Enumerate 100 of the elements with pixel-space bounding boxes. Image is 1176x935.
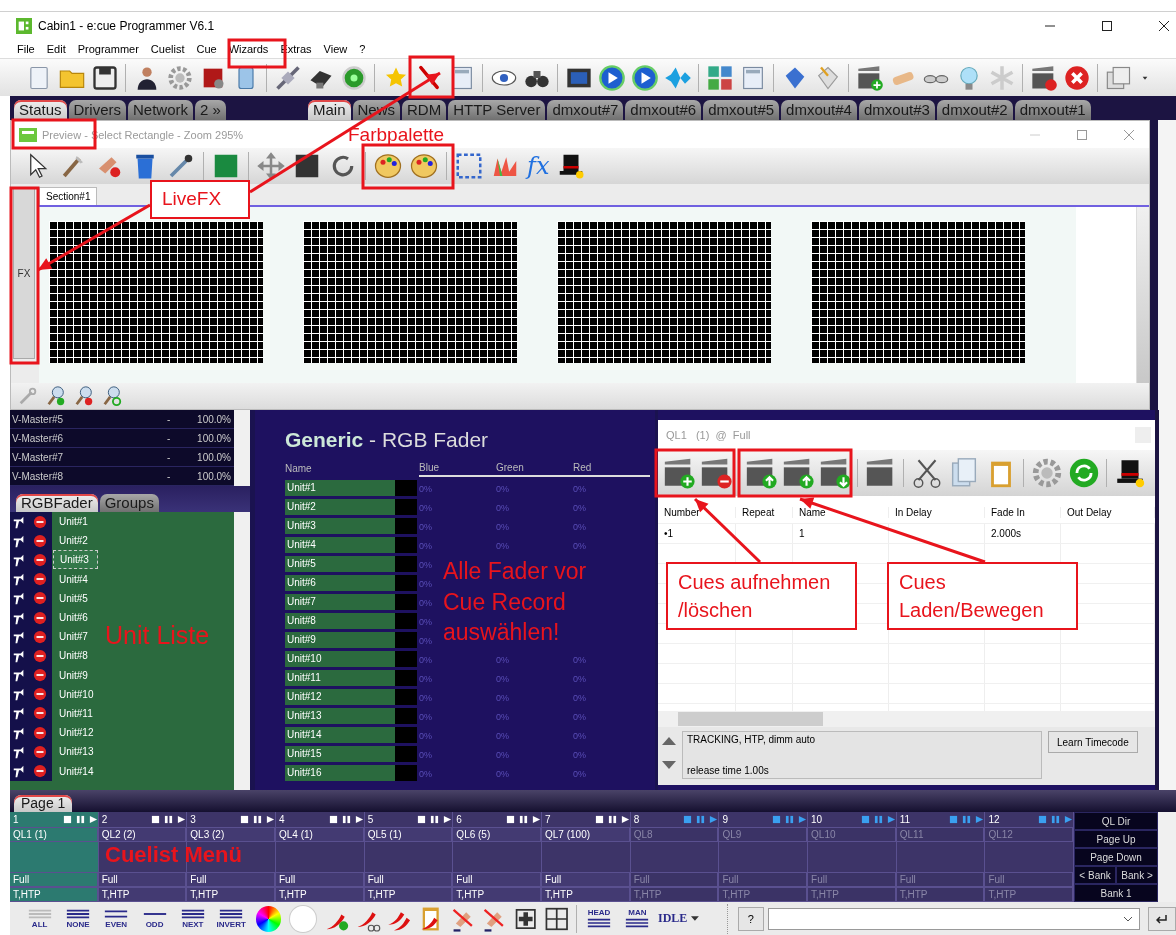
cuelist-level[interactable]: Full bbox=[364, 872, 453, 887]
menu-item[interactable]: Edit bbox=[46, 43, 66, 55]
cuelist-name[interactable]: QL2 (2) bbox=[98, 827, 187, 842]
unit-item[interactable]: Unit#1 bbox=[53, 512, 96, 532]
cuelist-name[interactable]: QL1 (1) bbox=[10, 827, 98, 842]
tab[interactable]: RGBFader bbox=[16, 494, 98, 512]
unit-name-cell[interactable]: Unit#2 bbox=[285, 498, 395, 515]
select-rectangle-icon[interactable] bbox=[454, 151, 484, 181]
unit-item[interactable]: Unit#14 bbox=[53, 761, 102, 781]
palette-icon[interactable] bbox=[409, 151, 439, 181]
tab[interactable]: dmxout#5 bbox=[703, 100, 780, 120]
unit-name-cell[interactable]: Unit#12 bbox=[285, 688, 395, 705]
unit-item[interactable]: Unit#6 bbox=[53, 608, 96, 628]
magnifier-plus-icon[interactable] bbox=[45, 385, 67, 407]
cuelist-header[interactable]: 7 bbox=[542, 812, 630, 827]
pause-icon[interactable] bbox=[519, 815, 529, 824]
menu-item[interactable]: Wizards bbox=[228, 43, 269, 55]
fx-side-button[interactable]: FX bbox=[13, 187, 35, 359]
stop-icon[interactable] bbox=[62, 815, 72, 824]
cuelist-mode[interactable]: T,HTP bbox=[364, 887, 453, 902]
magnifier-refresh-icon[interactable] bbox=[101, 385, 123, 407]
stop-icon[interactable] bbox=[594, 815, 604, 824]
unit-name-cell[interactable]: Unit#1 bbox=[285, 479, 395, 496]
cuelist-name[interactable]: QL4 (1) bbox=[276, 827, 364, 842]
pin-icon[interactable] bbox=[12, 668, 26, 683]
play-icon[interactable] bbox=[177, 815, 187, 824]
no-entry-icon[interactable] bbox=[33, 591, 47, 606]
cuelist-header[interactable]: 4 bbox=[276, 812, 364, 827]
unit-name-cell[interactable]: Unit#13 bbox=[285, 707, 395, 724]
scrollbar[interactable] bbox=[658, 711, 1155, 727]
unit-item[interactable]: Unit#7 bbox=[53, 627, 96, 647]
command-field[interactable] bbox=[767, 907, 1141, 930]
cuelist-mode[interactable]: T,HTP bbox=[276, 887, 364, 902]
stop-icon[interactable] bbox=[240, 815, 249, 824]
caret-icon[interactable] bbox=[691, 916, 700, 921]
down-arrow-icon[interactable] bbox=[662, 761, 676, 769]
idle-button[interactable]: IDLE bbox=[658, 911, 688, 926]
x-circle-icon[interactable] bbox=[1062, 63, 1091, 92]
chevron-down-icon[interactable] bbox=[1123, 915, 1134, 922]
scrollbar[interactable] bbox=[1150, 120, 1176, 410]
tab[interactable]: dmxout#3 bbox=[858, 100, 935, 120]
pin-icon[interactable] bbox=[12, 572, 26, 587]
clapperboard-x-icon[interactable] bbox=[1029, 63, 1058, 92]
bank-button[interactable]: Bank > bbox=[1116, 866, 1159, 884]
unit-item[interactable]: Unit#8 bbox=[53, 646, 96, 666]
play-icon[interactable] bbox=[266, 815, 275, 824]
no-entry-icon[interactable] bbox=[33, 725, 47, 740]
cuelist-header[interactable]: 6 bbox=[453, 812, 542, 827]
up-arrow-icon[interactable] bbox=[662, 737, 676, 745]
tab[interactable]: HTTP Server bbox=[448, 100, 546, 120]
tab[interactable]: Groups bbox=[99, 494, 159, 512]
selection-button[interactable]: ODD bbox=[136, 903, 173, 934]
menu-item[interactable]: ? bbox=[359, 43, 366, 55]
scrollbar[interactable] bbox=[1155, 410, 1176, 790]
play-circle-icon[interactable] bbox=[597, 63, 626, 92]
no-entry-icon[interactable] bbox=[33, 706, 47, 721]
cuelist-mode[interactable]: T,HTP bbox=[453, 887, 542, 902]
play-icon[interactable] bbox=[620, 815, 630, 824]
tab[interactable]: dmxout#1 bbox=[1014, 100, 1091, 120]
unit-name-cell[interactable]: Unit#6 bbox=[285, 574, 395, 591]
tab[interactable]: dmxout#2 bbox=[936, 100, 1013, 120]
bank-button[interactable]: Bank 1 bbox=[1074, 884, 1159, 902]
tab[interactable]: 2 » bbox=[195, 100, 226, 120]
unit-item[interactable]: Unit#11 bbox=[53, 703, 101, 723]
pause-icon[interactable] bbox=[164, 815, 174, 824]
tab[interactable]: dmxout#7 bbox=[547, 100, 624, 120]
no-entry-icon[interactable] bbox=[33, 610, 47, 625]
mode-button[interactable]: MAN bbox=[619, 903, 655, 934]
pause-icon[interactable] bbox=[75, 815, 85, 824]
tab[interactable]: RDM bbox=[402, 100, 447, 120]
unit-name-cell[interactable]: Unit#9 bbox=[285, 631, 395, 648]
selection-button[interactable]: NONE bbox=[60, 903, 96, 934]
selection-button[interactable]: ALL bbox=[22, 903, 58, 934]
selection-button[interactable]: INVERT bbox=[213, 903, 249, 934]
tab[interactable]: Drivers bbox=[68, 100, 127, 120]
unit-item[interactable]: Unit#2 bbox=[53, 531, 96, 551]
pause-icon[interactable] bbox=[253, 815, 262, 824]
unit-item[interactable]: Unit#5 bbox=[53, 588, 96, 608]
section-tab[interactable]: Section#1 bbox=[39, 187, 98, 205]
stop-icon[interactable] bbox=[151, 815, 161, 824]
enter-button[interactable] bbox=[1148, 906, 1176, 931]
fx-button[interactable]: fx bbox=[523, 151, 554, 181]
menu-item[interactable]: Cuelist bbox=[150, 43, 185, 55]
cuelist-level[interactable]: Full bbox=[542, 872, 630, 887]
mode-button[interactable]: HEAD bbox=[581, 903, 617, 934]
magnifier-minus-icon[interactable] bbox=[73, 385, 95, 407]
pin-icon[interactable] bbox=[12, 687, 26, 702]
unit-name-cell[interactable]: Unit#5 bbox=[285, 555, 395, 572]
play-icon[interactable] bbox=[88, 815, 98, 824]
color-wheel-icon[interactable] bbox=[255, 905, 282, 932]
unit-item[interactable]: Unit#10 bbox=[53, 684, 102, 704]
unit-item[interactable]: Unit#9 bbox=[53, 665, 96, 685]
unit-name-cell[interactable]: Unit#16 bbox=[285, 764, 395, 781]
cuelist-header[interactable]: 3 bbox=[187, 812, 275, 827]
pin-icon[interactable] bbox=[12, 706, 26, 721]
cuelist-name[interactable]: QL3 (2) bbox=[187, 827, 275, 842]
unit-name-cell[interactable]: Unit#3 bbox=[285, 517, 395, 534]
cuelist-level[interactable]: Full bbox=[10, 872, 98, 887]
pin-icon[interactable] bbox=[12, 764, 26, 779]
no-entry-icon[interactable] bbox=[33, 533, 47, 548]
